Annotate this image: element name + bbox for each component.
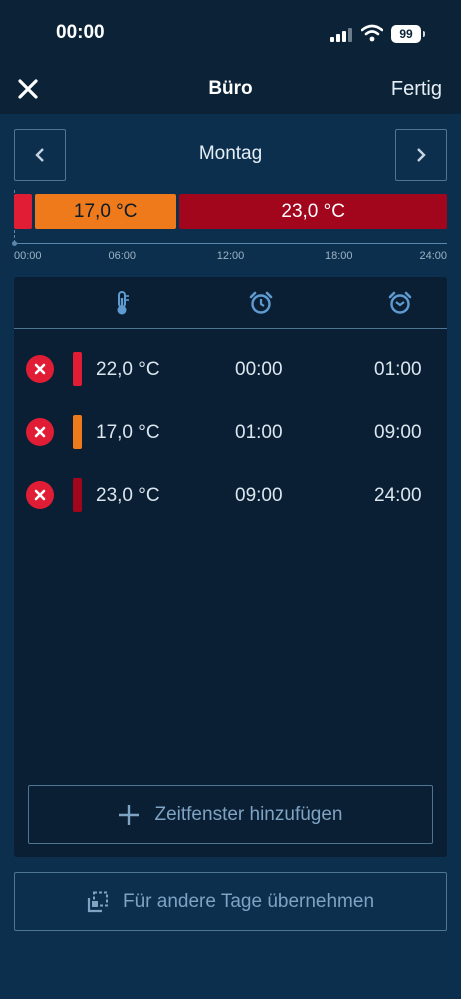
alarm-clock-end-icon (388, 291, 412, 314)
table-header (14, 277, 447, 329)
timeline-tick-label: 12:00 (216, 250, 245, 262)
start-time[interactable]: 00:00 (235, 359, 283, 381)
add-time-window-button[interactable]: Zeitfenster hinzufügen (28, 785, 433, 844)
battery-indicator: 99 (391, 25, 425, 43)
thermometer-icon (117, 291, 129, 315)
done-button[interactable]: Fertig (391, 78, 442, 101)
close-icon (34, 363, 46, 375)
start-time[interactable]: 01:00 (235, 422, 283, 444)
timeline-segment[interactable] (14, 194, 33, 229)
timeline-axis-dot (12, 241, 17, 246)
temperature-color-bar (73, 352, 82, 386)
copy-icon (87, 891, 108, 912)
status-time: 00:00 (56, 22, 105, 43)
top-bar: 00:00 99 Büro Fertig (0, 0, 461, 114)
timeline-segment[interactable]: 23,0 °C (179, 194, 447, 229)
chevron-right-icon (417, 148, 426, 162)
end-time[interactable]: 09:00 (374, 422, 422, 444)
timeline-axis (14, 243, 447, 244)
timeline-tick-label: 00:00 (14, 250, 42, 262)
temperature-value[interactable]: 22,0 °C (96, 359, 160, 381)
timeline-tick-label: 24:00 (419, 250, 447, 262)
add-time-window-label: Zeitfenster hinzufügen (154, 803, 343, 825)
delete-window-button[interactable] (26, 481, 54, 509)
temperature-color-bar (73, 415, 82, 449)
delete-window-button[interactable] (26, 355, 54, 383)
alarm-clock-start-icon (249, 291, 273, 314)
day-label: Montag (198, 143, 263, 164)
time-window-panel: 22,0 °C 00:00 01:00 17,0 °C 01:00 09:00 23,0 °… (14, 277, 447, 857)
end-time[interactable]: 24:00 (374, 485, 422, 507)
temperature-color-bar (73, 478, 82, 512)
wifi-icon (361, 24, 383, 42)
close-icon (34, 489, 46, 501)
schedule-timeline[interactable]: 17,0 °C 23,0 °C 00:00 06:00 12:00 18:00 24:00 (12, 190, 447, 270)
end-time[interactable]: 01:00 (374, 359, 422, 381)
timeline-segment[interactable]: 17,0 °C (35, 194, 177, 229)
next-day-button[interactable] (395, 129, 447, 181)
time-window-row[interactable]: 22,0 °C 00:00 01:00 (14, 349, 447, 389)
temperature-value[interactable]: 17,0 °C (96, 422, 160, 444)
temperature-value[interactable]: 23,0 °C (96, 485, 160, 507)
timeline-tick-label: 06:00 (108, 250, 137, 262)
copy-to-other-days-label: Für andere Tage übernehmen (122, 890, 375, 912)
time-window-row[interactable]: 17,0 °C 01:00 09:00 (14, 412, 447, 452)
time-window-row[interactable]: 23,0 °C 09:00 24:00 (14, 475, 447, 515)
timeline-tick-label: 18:00 (324, 250, 353, 262)
copy-to-other-days-button[interactable]: Für andere Tage übernehmen (14, 872, 447, 931)
start-time[interactable]: 09:00 (235, 485, 283, 507)
delete-window-button[interactable] (26, 418, 54, 446)
signal-icon (330, 27, 352, 42)
close-icon (34, 426, 46, 438)
plus-icon (119, 804, 140, 825)
